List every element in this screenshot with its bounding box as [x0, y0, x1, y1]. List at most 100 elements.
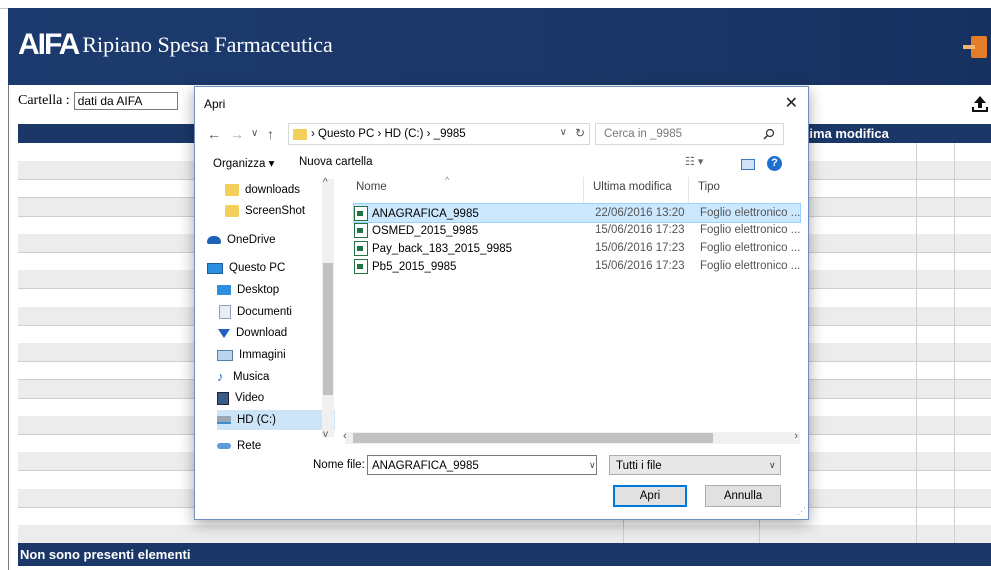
search-placeholder: Cerca in _9985	[604, 128, 682, 140]
chevron-down-icon[interactable]: ∨	[589, 460, 596, 471]
horizontal-scrollbar[interactable]: ‹ ›	[343, 430, 800, 444]
folder-icon	[225, 184, 239, 196]
nav-item-screenshot[interactable]: ScreenShot	[225, 201, 305, 221]
nav-item-immagini[interactable]: Immagini	[217, 345, 286, 365]
file-type: Foglio elettronico ...	[700, 260, 801, 272]
column-header-modified[interactable]: Ultima modifica	[593, 181, 672, 193]
close-icon[interactable]: ✕	[785, 93, 798, 113]
dialog-toolbar: Organizza ▾ Nuova cartella ☷ ▾ ?	[195, 153, 808, 175]
nav-item-video[interactable]: Video	[217, 388, 264, 408]
help-icon[interactable]: ?	[767, 156, 782, 171]
scroll-right-icon[interactable]: ›	[794, 430, 798, 442]
folder-input[interactable]: dati da AIFA	[73, 92, 178, 110]
file-name-cell: OSMED_2015_9985	[354, 223, 478, 238]
table-row	[18, 525, 991, 545]
table-footer: Non sono presenti elementi	[18, 543, 991, 566]
folder-icon	[225, 205, 239, 217]
column-divider[interactable]	[688, 177, 689, 205]
nav-item-label: Immagini	[239, 349, 286, 361]
video-icon	[217, 391, 229, 405]
new-folder-button[interactable]: Nuova cartella	[299, 156, 373, 168]
spreadsheet-icon	[354, 223, 368, 238]
column-header-name[interactable]: Nome	[356, 181, 387, 193]
open-button[interactable]: Apri	[613, 485, 687, 507]
file-type-select[interactable]: Tutti i file	[609, 455, 781, 475]
search-icon	[763, 128, 775, 140]
folder-icon	[293, 128, 307, 140]
file-modified: 15/06/2016 17:23	[595, 224, 685, 236]
file-modified: 15/06/2016 17:23	[595, 242, 685, 254]
file-name: OSMED_2015_9985	[372, 224, 479, 237]
nav-item-label: Rete	[237, 440, 262, 449]
app-header: AIFA Ripiano Spesa Farmaceutica	[8, 8, 991, 85]
back-arrow-icon[interactable]: ←	[207, 126, 221, 142]
drive-icon	[217, 416, 231, 424]
chevron-down-icon[interactable]: ∨	[560, 127, 567, 138]
nav-item-documenti[interactable]: Documenti	[217, 302, 292, 322]
view-options-icon[interactable]: ☷ ▾	[685, 155, 703, 168]
nav-item-rete[interactable]: Rete	[217, 436, 261, 449]
nav-item-label: ScreenShot	[245, 205, 306, 217]
scroll-down-icon[interactable]: v	[323, 429, 328, 440]
up-arrow-icon[interactable]: ↑	[267, 126, 274, 142]
recent-locations-icon[interactable]: ∨	[251, 128, 258, 139]
file-type: Foglio elettronico ...	[700, 207, 801, 219]
file-name-cell: Pb5_2015_9985	[354, 259, 456, 274]
cloud-icon	[207, 236, 221, 244]
organize-button[interactable]: Organizza ▾	[213, 156, 274, 170]
nav-scrollbar-thumb[interactable]	[323, 263, 333, 395]
cancel-button[interactable]: Annulla	[705, 485, 781, 507]
file-row[interactable]: OSMED_2015_9985 15/06/2016 17:23 Foglio el…	[354, 221, 800, 239]
app-title: Ripiano Spesa Farmaceutica	[82, 32, 333, 57]
spreadsheet-icon	[354, 241, 368, 256]
file-modified: 15/06/2016 17:23	[595, 260, 685, 272]
address-path[interactable]: › Questo PC › HD (C:) › _9985	[311, 128, 466, 140]
nav-item-label: Questo PC	[229, 262, 286, 274]
upload-icon[interactable]	[970, 94, 990, 114]
scroll-up-icon[interactable]: ^	[323, 177, 328, 188]
address-bar[interactable]: › Questo PC › HD (C:) › _9985 ∨ ↻	[288, 123, 590, 145]
column-divider	[916, 143, 917, 543]
nav-item-label: HD (C:)	[237, 414, 276, 426]
folder-selector: Cartella : dati da AIFA	[18, 92, 178, 110]
resize-grip-icon[interactable]: ⋰	[797, 506, 806, 517]
search-input[interactable]: Cerca in _9985	[595, 123, 784, 145]
exit-icon[interactable]	[963, 36, 987, 58]
horizontal-scrollbar-thumb[interactable]	[353, 433, 713, 443]
nav-item-download[interactable]: Download	[217, 323, 287, 343]
nav-item-questo-pc[interactable]: Questo PC	[207, 258, 285, 278]
column-divider[interactable]	[583, 177, 584, 205]
file-list: Nome ^ Ultima modifica Tipo ANAGRAFICA_9…	[345, 175, 801, 433]
nav-item-musica[interactable]: ♪ Musica	[217, 367, 269, 387]
open-file-dialog: Apri ✕ ← → ∨ ↑ › Questo PC › HD (C:) › _…	[194, 86, 809, 520]
nav-item-label: downloads	[245, 184, 300, 196]
file-row[interactable]: Pb5_2015_9985 15/06/2016 17:23 Foglio elet…	[354, 257, 800, 275]
nav-item-onedrive[interactable]: OneDrive	[207, 230, 276, 250]
file-type: Foglio elettronico ...	[700, 224, 801, 236]
column-header-type[interactable]: Tipo	[698, 181, 720, 193]
file-type: Foglio elettronico ...	[700, 242, 801, 254]
refresh-icon[interactable]: ↻	[575, 126, 585, 140]
dialog-title: Apri	[204, 97, 226, 111]
chevron-down-icon[interactable]: ∨	[769, 460, 776, 471]
file-modified: 22/06/2016 13:20	[595, 207, 685, 219]
file-row[interactable]: Pay_back_183_2015_9985 15/06/2016 17:23 Fo…	[354, 239, 800, 257]
forward-arrow-icon[interactable]: →	[230, 126, 244, 142]
download-icon	[218, 328, 230, 338]
preview-pane-icon[interactable]	[741, 159, 755, 170]
file-row[interactable]: ANAGRAFICA_9985 22/06/2016 13:20 Foglio el…	[353, 203, 801, 223]
file-name: Pb5_2015_9985	[372, 260, 457, 273]
nav-item-hd-c[interactable]: HD (C:)	[217, 410, 335, 430]
window-left-border	[8, 85, 9, 570]
scroll-left-icon[interactable]: ‹	[343, 430, 347, 442]
spreadsheet-icon	[354, 206, 368, 221]
desktop-icon	[217, 285, 231, 295]
file-name-cell: ANAGRAFICA_9985	[354, 206, 479, 221]
nav-item-desktop[interactable]: Desktop	[217, 280, 279, 300]
filename-label: Nome file:	[313, 459, 365, 471]
nav-item-downloads[interactable]: downloads	[225, 180, 300, 200]
filename-input[interactable]: ANAGRAFICA_9985	[367, 455, 597, 475]
nav-item-label: Desktop	[237, 284, 280, 296]
column-divider	[954, 143, 955, 543]
file-name: Pay_back_183_2015_9985	[372, 242, 513, 255]
